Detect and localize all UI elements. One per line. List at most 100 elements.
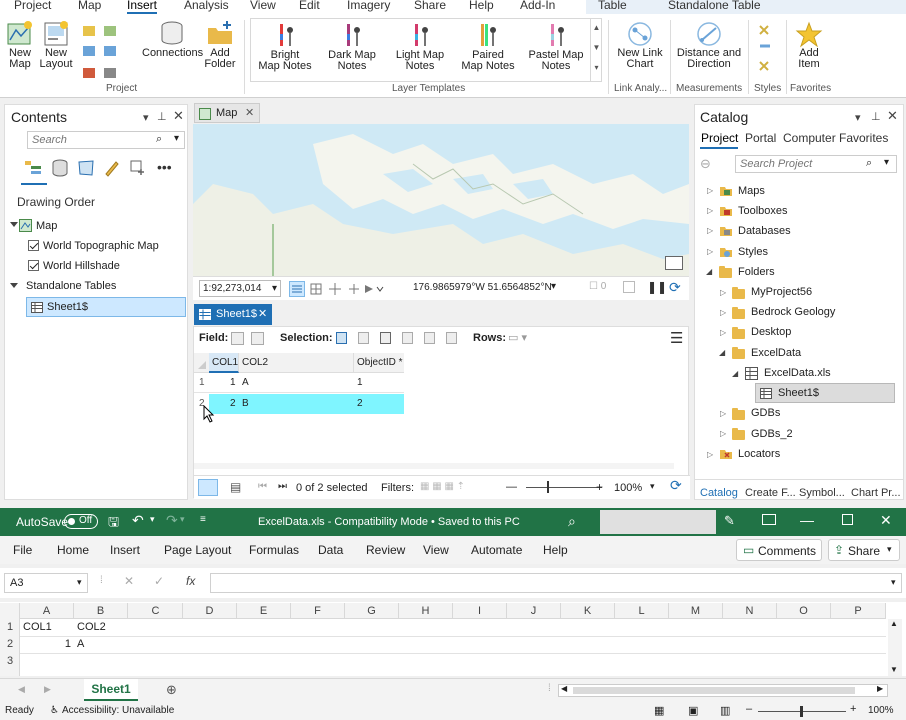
expand-caret[interactable]: ▷: [720, 429, 726, 438]
coords-dropdown[interactable]: ▾: [551, 281, 556, 292]
row-header[interactable]: 1: [0, 619, 20, 636]
contents-search-input[interactable]: [28, 132, 148, 148]
close-icon[interactable]: ✕: [173, 108, 184, 124]
selection-icon[interactable]: [77, 159, 95, 177]
close-icon[interactable]: ✕: [245, 106, 254, 119]
excel-tab-page-layout[interactable]: Page Layout: [164, 543, 231, 557]
tree-standalone-tables[interactable]: Standalone Tables: [26, 280, 116, 292]
add-folder-button[interactable]: Add Folder: [202, 20, 238, 70]
tab-map[interactable]: Map: [78, 0, 101, 12]
pin-icon[interactable]: ⊥: [157, 110, 167, 123]
field-tools-icons[interactable]: [231, 332, 267, 345]
catalog-tab-portal[interactable]: Portal: [745, 131, 776, 145]
scroll-down-icon[interactable]: ▼: [890, 665, 898, 674]
light-map-notes-button[interactable]: Light Map Notes: [390, 22, 450, 72]
chevron-down-icon[interactable]: ▾: [884, 157, 889, 168]
catalog-sheet1-selected[interactable]: Sheet1$: [755, 383, 895, 403]
tree-map[interactable]: Map: [36, 220, 57, 232]
excel-tab-automate[interactable]: Automate: [471, 543, 522, 557]
bottom-tab-create-features[interactable]: Create F...: [745, 487, 796, 499]
redo-icon[interactable]: ↷: [166, 512, 178, 529]
catalog-search[interactable]: ⌕ ▾: [735, 155, 897, 173]
overview-icon[interactable]: [665, 256, 683, 270]
last-record-button[interactable]: ⏭: [278, 481, 287, 492]
show-all-records-button[interactable]: [198, 479, 218, 496]
zoom-slider-track[interactable]: [526, 487, 602, 488]
prev-sheet-icon[interactable]: ◀: [18, 684, 25, 695]
expand-caret[interactable]: ▷: [720, 328, 726, 337]
rows-dropdown[interactable]: ▭ ▾: [508, 331, 527, 344]
catalog-toolboxes[interactable]: Toolboxes: [738, 205, 788, 217]
zoom-out-icon[interactable]: –: [746, 703, 752, 715]
connections-button[interactable]: Connections: [142, 20, 203, 59]
column-header[interactable]: N: [723, 603, 777, 619]
add-item-button[interactable]: Add Item: [790, 20, 828, 70]
column-header[interactable]: D: [183, 603, 237, 619]
catalog-databases[interactable]: Databases: [738, 225, 791, 237]
excel-tab-view[interactable]: View: [423, 543, 449, 557]
autosave-toggle[interactable]: Off: [64, 514, 98, 529]
column-header[interactable]: O: [777, 603, 831, 619]
expand-caret[interactable]: ▷: [720, 288, 726, 297]
tab-help[interactable]: Help: [469, 0, 494, 12]
next-sheet-icon[interactable]: ▶: [44, 684, 51, 695]
refresh-icon[interactable]: ⟳: [670, 477, 682, 494]
column-header[interactable]: H: [399, 603, 453, 619]
excel-tab-review[interactable]: Review: [366, 543, 405, 557]
expand-caret[interactable]: ▷: [707, 247, 713, 256]
map-tab[interactable]: Map ✕: [194, 103, 260, 123]
excel-tab-help[interactable]: Help: [543, 543, 568, 557]
objectid-header[interactable]: ObjectID *: [354, 353, 404, 373]
share-button[interactable]: ⇪ Share ▾: [828, 539, 900, 561]
pause-icon[interactable]: ❚❚: [647, 280, 667, 294]
catalog-myproject56[interactable]: MyProject56: [751, 286, 812, 298]
expand-caret[interactable]: ▷: [707, 206, 713, 215]
select-all-button[interactable]: [0, 603, 20, 619]
show-selected-records-button[interactable]: ▤: [230, 480, 241, 494]
scroll-thumb[interactable]: [573, 687, 855, 694]
tab-analysis[interactable]: Analysis: [184, 0, 229, 12]
tab-table[interactable]: Table: [598, 0, 627, 12]
scroll-right-icon[interactable]: ▶: [877, 684, 883, 693]
excel-tab-file[interactable]: File: [13, 543, 32, 557]
refresh-cache-icon[interactable]: [623, 281, 635, 293]
column-header[interactable]: B: [74, 603, 128, 619]
insert-function-button[interactable]: fx: [186, 574, 195, 588]
tab-standalone-table[interactable]: Standalone Table: [668, 0, 761, 12]
page-layout-view-icon[interactable]: ▣: [688, 704, 698, 717]
pane-options-icon[interactable]: ▾: [143, 111, 149, 124]
styles-small-buttons[interactable]: [754, 20, 784, 76]
catalog-maps[interactable]: Maps: [738, 185, 765, 197]
table-menu-icon[interactable]: ☰: [670, 329, 683, 347]
tab-view[interactable]: View: [250, 0, 276, 12]
contents-search[interactable]: ⌕ ▾: [27, 131, 185, 149]
scroll-up-icon[interactable]: ▲: [890, 619, 898, 628]
column-header[interactable]: A: [20, 603, 74, 619]
table-row[interactable]: 2 2 B 2: [194, 394, 404, 414]
expand-caret[interactable]: ▷: [707, 226, 713, 235]
data-source-icon[interactable]: [51, 159, 69, 177]
column-header[interactable]: I: [453, 603, 507, 619]
catalog-exceldata-xls[interactable]: ExcelData.xls: [764, 367, 831, 379]
undo-icon[interactable]: ↶: [132, 512, 144, 529]
zoom-slider-thumb[interactable]: [800, 706, 803, 717]
horizontal-scrollbar[interactable]: [194, 463, 674, 469]
new-layout-button[interactable]: New Layout: [38, 20, 74, 70]
column-header[interactable]: C: [129, 603, 183, 619]
scale-combobox[interactable]: 1:92,273,014 ▾: [199, 280, 281, 297]
page-break-view-icon[interactable]: ▥: [720, 704, 730, 717]
catalog-desktop[interactable]: Desktop: [751, 326, 791, 338]
expand-caret[interactable]: ▷: [707, 186, 713, 195]
redo-dropdown[interactable]: ▾: [180, 514, 185, 525]
tab-imagery[interactable]: Imagery: [347, 0, 390, 12]
map-nav-tools[interactable]: [289, 281, 389, 297]
enter-icon[interactable]: ✓: [154, 574, 164, 588]
collapse-caret[interactable]: ◢: [706, 267, 712, 276]
zoom-in-icon[interactable]: +: [850, 703, 856, 715]
new-map-button[interactable]: New Map: [4, 20, 36, 70]
filter-buttons[interactable]: ▦ ▦ ▦ ⇡: [420, 481, 465, 492]
excel-tab-data[interactable]: Data: [318, 543, 343, 557]
column-header[interactable]: E: [237, 603, 291, 619]
list-by-drawing-order-button[interactable]: [21, 159, 47, 185]
expand-caret[interactable]: ▷: [720, 409, 726, 418]
